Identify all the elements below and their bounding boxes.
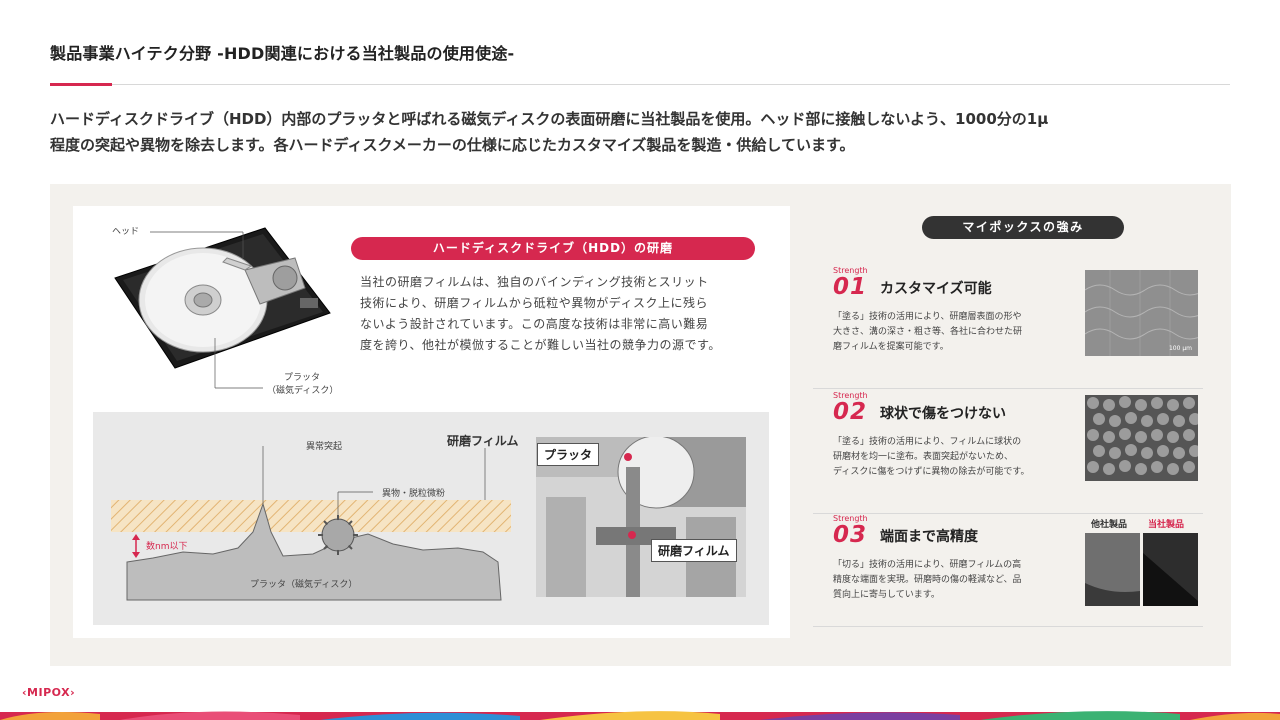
desc-line: ないよう設計されています。この高度な技術は非常に高い難易 [360, 317, 709, 331]
strength-line: 「切る」技術の活用により、研磨フィルムの高 [833, 560, 1022, 570]
platter-cross-label: プラッタ（磁気ディスク） [250, 580, 358, 590]
platter-label-1: プラッタ [284, 373, 321, 383]
strengths-heading: マイポックスの強み [922, 216, 1124, 239]
strength-line: 「塗る」技術の活用により、研磨層表面の形や [833, 312, 1022, 322]
strength-line: 精度な端面を実現。研磨時の傷の軽減など、品 [833, 575, 1022, 585]
our-product-label: 当社製品 [1148, 520, 1185, 530]
depth-label: 数nm以下 [146, 542, 188, 552]
foreign-particle [318, 515, 358, 555]
intro-line-2: 程度の突起や異物を除去します。各ハードディスクメーカーの仕様に応じたカスタマイズ… [50, 136, 855, 154]
strength-line: 質向上に寄与しています。 [833, 590, 940, 600]
foreign-matter-label: 異物・脱粒微粉 [382, 489, 446, 499]
title-accent-bar [50, 83, 112, 86]
abnormal-protrusion-label: 異常突起 [306, 442, 343, 452]
strength-description: 「塗る」技術の活用により、研磨層表面の形や 大きさ、溝の深さ・粗さ等、各社に合わ… [833, 310, 1078, 355]
intro-line-1: ハードディスクドライブ（HDD）内部のプラッタと呼ばれる磁気ディスクの表面研磨に… [50, 110, 1049, 128]
film-photo-tag: 研磨フィルム [651, 539, 737, 562]
scale-bar-label: 100 μm [1168, 345, 1192, 352]
strength-line: 磨フィルムを提案可能です。 [833, 342, 949, 352]
desc-line: 度を誇り、他社が模倣することが難しい当社の競争力の源です。 [360, 338, 721, 352]
strength-item-01: Strength 01 カスタマイズ可能 「塗る」技術の活用により、研磨層表面の… [813, 266, 1203, 389]
edge-comparison-image [1085, 533, 1198, 606]
strength-title: 球状で傷をつけない [880, 406, 1006, 422]
strength-number: 01 [833, 274, 868, 300]
textured-film-image: 100 μm [1085, 270, 1198, 356]
strength-item-03: Strength 03 端面まで高精度 「切る」技術の活用により、研磨フィルムの… [813, 514, 1203, 627]
hdd-description: 当社の研磨フィルムは、独自のバインディング技術とスリット 技術により、研磨フィル… [360, 272, 760, 356]
strength-line: ディスクに傷をつけずに異物の除去が可能です。 [833, 467, 1030, 477]
decorative-color-band [0, 711, 1280, 720]
strength-line: 「塗る」技術の活用により、フィルムに球状の [833, 437, 1022, 447]
platter-label-2: （磁気ディスク） [267, 386, 339, 396]
title-divider [50, 84, 1230, 85]
hdd-section-heading: ハードディスクドライブ（HDD）の研磨 [351, 237, 755, 260]
desc-line: 技術により、研磨フィルムから砥粒や異物がディスク上に残ら [360, 296, 708, 310]
strength-title: 端面まで高精度 [880, 529, 978, 545]
desc-line: 当社の研磨フィルムは、独自のバインディング技術とスリット [360, 275, 709, 289]
head-label: ヘッド [112, 227, 140, 237]
strength-title: カスタマイズ可能 [880, 281, 992, 297]
intro-text: ハードディスクドライブ（HDD）内部のプラッタと呼ばれる磁気ディスクの表面研磨に… [50, 106, 1240, 158]
polishing-film-layer [111, 500, 511, 532]
strength-number: 03 [833, 522, 868, 548]
spherical-abrasive-graphic [1085, 395, 1198, 481]
mipox-logo: ‹MIPOX› [22, 686, 76, 699]
strength-description: 「切る」技術の活用により、研磨フィルムの高 精度な端面を実現。研磨時の傷の軽減な… [833, 558, 1078, 603]
film-label: 研磨フィルム [447, 434, 519, 448]
strength-line: 大きさ、溝の深さ・粗さ等、各社に合わせた研 [833, 327, 1023, 337]
spherical-abrasive-image [1085, 395, 1198, 481]
strength-description: 「塗る」技術の活用により、フィルムに球状の 研磨材を均一に塗布。表面突起がないた… [833, 435, 1078, 480]
page-title: 製品事業ハイテク分野 -HDD関連における当社製品の使用使途- [50, 44, 515, 63]
strength-number: 02 [833, 399, 868, 425]
strength-line: 研磨材を均一に塗布。表面突起がないため、 [833, 452, 1014, 462]
textured-film-graphic [1085, 270, 1198, 356]
other-product-label: 他社製品 [1091, 520, 1128, 530]
platter-photo-tag: プラッタ [537, 443, 600, 466]
strength-item-02: Strength 02 球状で傷をつけない 「塗る」技術の活用により、フィルムに… [813, 391, 1203, 514]
